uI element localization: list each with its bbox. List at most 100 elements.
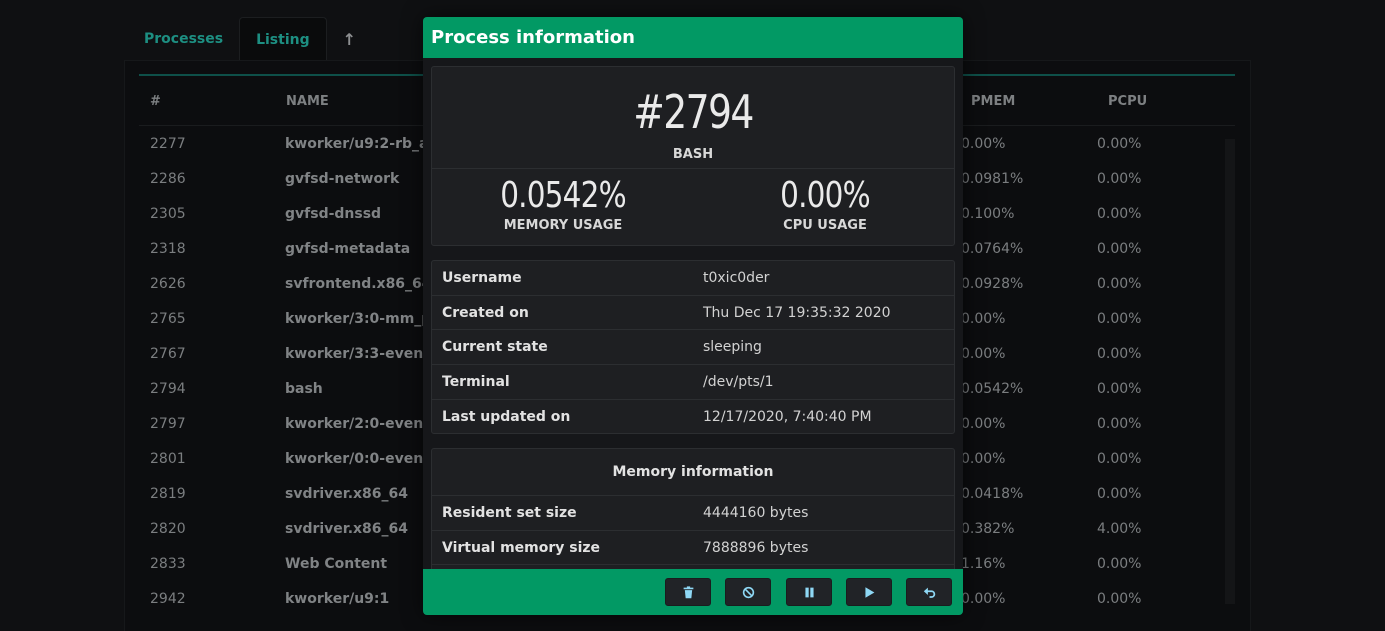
cell-pmem: 0.00% (961, 136, 1006, 152)
cell-pcpu: 0.00% (1097, 416, 1142, 432)
cell-pmem: 0.00% (961, 346, 1006, 362)
terminate-process-button[interactable] (725, 578, 771, 606)
ban-icon (742, 586, 754, 598)
process-id: #2794 (633, 85, 754, 139)
trash-icon (683, 585, 693, 598)
memory-info-table: Memory information Resident set size 444… (431, 448, 955, 569)
cell-name: gvfsd-dnssd (285, 206, 382, 222)
memory-value: 4444160 bytes (703, 505, 809, 521)
kill-process-button[interactable] (665, 578, 711, 606)
detail-value: 12/17/2020, 7:40:40 PM (703, 408, 872, 425)
cell-name: svdriver.x86_64 (285, 486, 409, 502)
cell-pcpu: 0.00% (1097, 311, 1142, 327)
cell-pmem: 1.16% (961, 556, 1006, 572)
suspend-process-button[interactable] (786, 578, 832, 606)
pause-icon (804, 587, 814, 597)
cell-name: bash (285, 381, 323, 397)
cell-pid: 2819 (150, 486, 186, 502)
column-header-name[interactable]: NAME (286, 94, 329, 109)
cell-name: Web Content (285, 556, 388, 572)
cell-name: gvfsd-network (285, 171, 400, 187)
cell-pid: 2794 (150, 381, 186, 397)
cell-pid: 2942 (150, 591, 186, 607)
detail-row-terminal: Terminal /dev/pts/1 (432, 365, 954, 400)
cell-pid: 2305 (150, 206, 186, 222)
tab-listing[interactable]: Listing (239, 17, 327, 61)
cell-pcpu: 0.00% (1097, 346, 1142, 362)
play-icon (864, 586, 874, 598)
cell-pcpu: 0.00% (1097, 556, 1142, 572)
detail-value: /dev/pts/1 (703, 374, 774, 391)
memory-info-title: Memory information (432, 449, 954, 496)
detail-key: Username (442, 270, 522, 286)
cell-pcpu: 0.00% (1097, 241, 1142, 257)
cell-pmem: 0.0928% (961, 276, 1024, 292)
cell-name: gvfsd-metadata (285, 241, 411, 257)
modal-footer (423, 569, 963, 615)
modal-title: Process information (431, 27, 635, 48)
detail-key: Created on (442, 304, 529, 321)
tab-processes[interactable]: Processes (128, 17, 239, 61)
cell-name: svfrontend.x86_64 (285, 276, 432, 292)
cell-pid: 2820 (150, 521, 186, 537)
column-header-pmem[interactable]: PMEM (971, 94, 1015, 109)
cell-pcpu: 0.00% (1097, 381, 1142, 397)
process-stats-card: #2794 BASH 0.0542% MEMORY USAGE 0.00% CP… (431, 66, 955, 246)
memory-key: Resident set size (442, 505, 577, 521)
tab-scroll-up[interactable]: ↑ (327, 17, 372, 61)
cell-pid: 2767 (150, 346, 186, 362)
memory-usage-stat: 0.0542% MEMORY USAGE (432, 175, 694, 233)
detail-row-current-state: Current state sleeping (432, 330, 954, 366)
cell-pid: 2318 (150, 241, 186, 257)
cpu-usage-label: CPU USAGE (783, 218, 867, 233)
cell-pid: 2801 (150, 451, 186, 467)
cpu-usage-value: 0.00% (780, 175, 871, 216)
cell-pmem: 0.0418% (961, 486, 1024, 502)
cell-pmem: 0.0764% (961, 241, 1024, 257)
memory-value: 7888896 bytes (703, 539, 809, 556)
column-header-pid[interactable]: # (150, 94, 161, 109)
cell-pmem: 0.0542% (961, 381, 1024, 397)
detail-row-username: Username t0xic0der (432, 261, 954, 296)
stats-divider (432, 168, 954, 169)
detail-key: Terminal (442, 374, 510, 391)
cell-pcpu: 0.00% (1097, 136, 1142, 152)
detail-row-last-updated: Last updated on 12/17/2020, 7:40:40 PM (432, 400, 954, 435)
cell-pid: 2833 (150, 556, 186, 572)
detail-key: Last updated on (442, 408, 571, 425)
cell-pid: 2277 (150, 136, 186, 152)
undo-icon (923, 587, 935, 598)
cell-pmem: 0.382% (961, 521, 1015, 537)
modal-header: Process information (423, 17, 963, 58)
process-details-table: Username t0xic0der Created on Thu Dec 17… (431, 260, 955, 434)
cell-name: kworker/0:0-events (285, 451, 439, 467)
cell-pmem: 0.0981% (961, 171, 1024, 187)
modal-body[interactable]: #2794 BASH 0.0542% MEMORY USAGE 0.00% CP… (423, 58, 963, 569)
memory-usage-label: MEMORY USAGE (503, 218, 623, 233)
memory-row-rss: Resident set size 4444160 bytes (432, 496, 954, 531)
resume-process-button[interactable] (846, 578, 892, 606)
detail-value: t0xic0der (703, 270, 770, 286)
cpu-usage-stat: 0.00% CPU USAGE (694, 175, 956, 233)
cell-pcpu: 0.00% (1097, 276, 1142, 292)
cell-name: kworker/2:0-events (285, 416, 439, 432)
detail-row-created-on: Created on Thu Dec 17 19:35:32 2020 (432, 296, 954, 331)
cell-name: kworker/3:3-events (285, 346, 439, 362)
cell-pmem: 0.100% (961, 206, 1015, 222)
cell-pid: 2286 (150, 171, 186, 187)
cell-pmem: 0.00% (961, 451, 1006, 467)
cell-pid: 2797 (150, 416, 186, 432)
process-info-modal: Process information #2794 BASH 0.0542% M… (423, 17, 963, 615)
memory-usage-value: 0.0542% (500, 175, 626, 216)
column-header-pcpu[interactable]: PCPU (1108, 94, 1147, 109)
cell-name: kworker/u9:1 (285, 591, 390, 607)
cell-pcpu: 0.00% (1097, 171, 1142, 187)
detail-value: Thu Dec 17 19:35:32 2020 (703, 304, 891, 321)
cell-pid: 2765 (150, 311, 186, 327)
detail-key: Current state (442, 339, 548, 356)
tab-bar: Processes Listing ↑ (128, 17, 372, 61)
table-scrollbar[interactable] (1225, 139, 1235, 604)
cell-pcpu: 0.00% (1097, 591, 1142, 607)
memory-key: Virtual memory size (442, 539, 601, 556)
close-modal-button[interactable] (906, 578, 952, 606)
